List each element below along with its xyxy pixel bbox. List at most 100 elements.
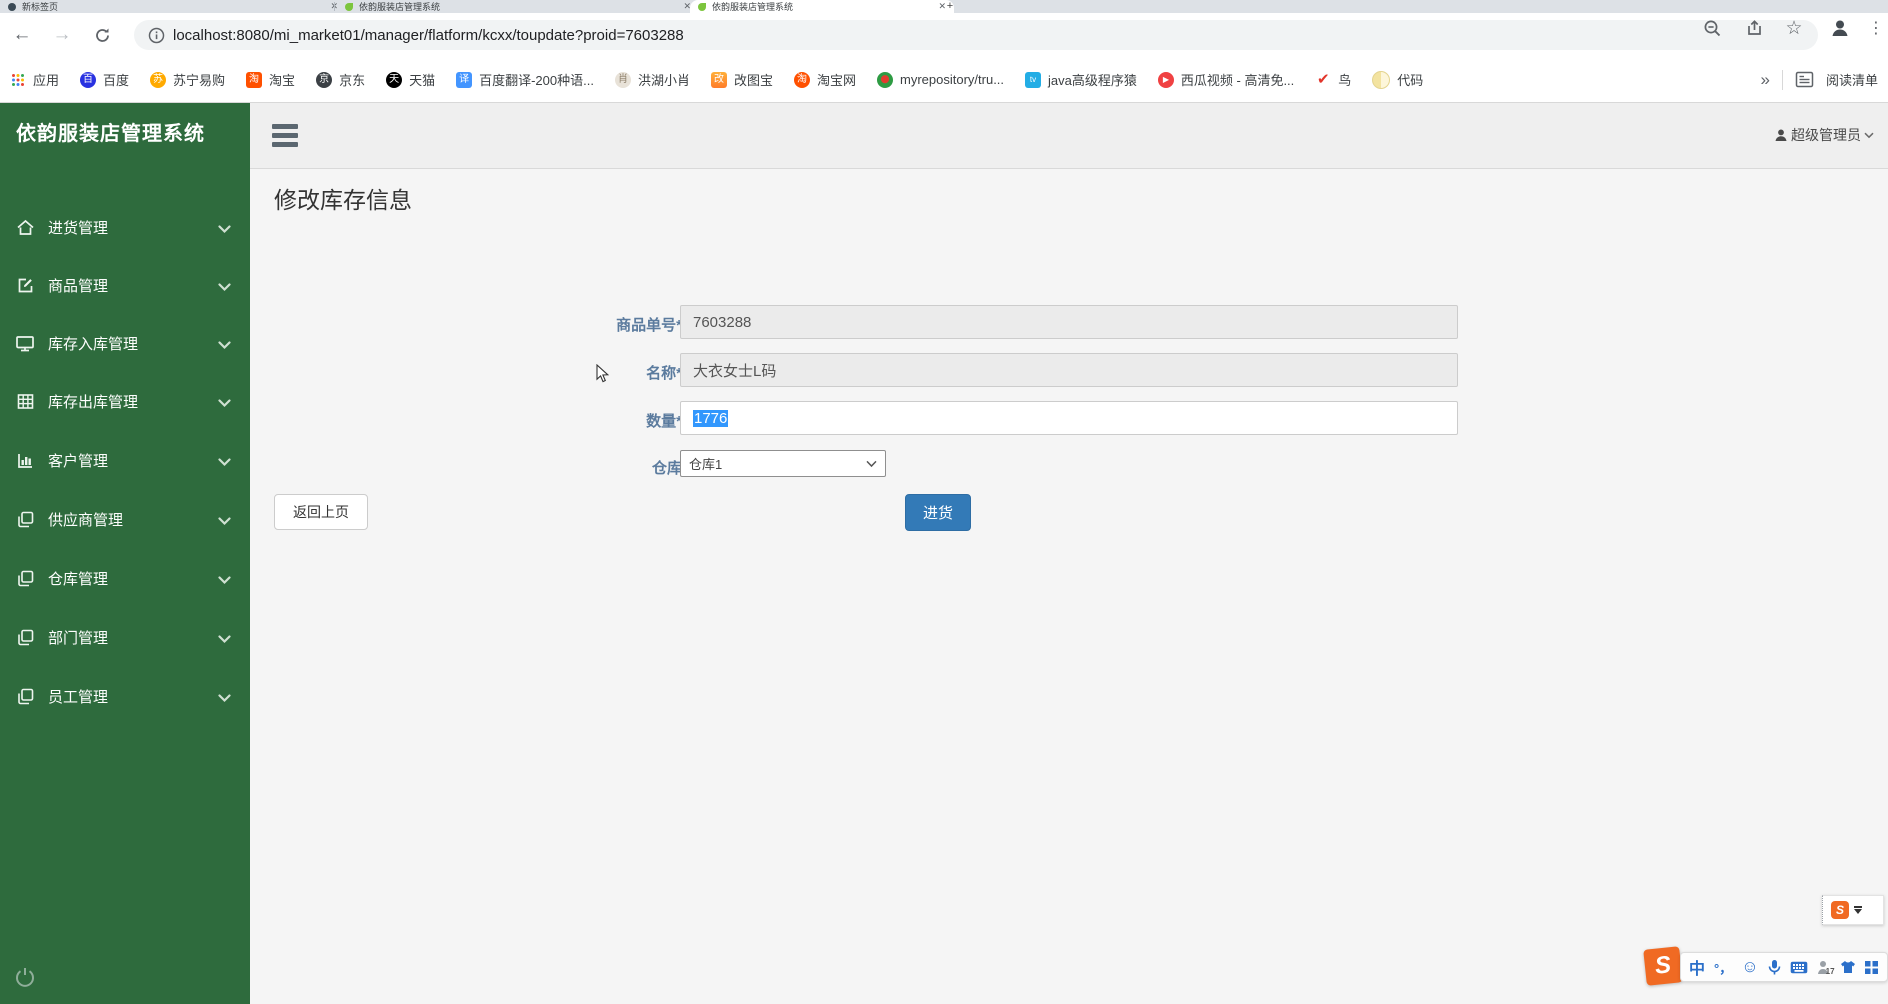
bookmark-label: 西瓜视频 - 高清免... bbox=[1180, 73, 1295, 88]
ime-user-icon[interactable]: 17 bbox=[1817, 960, 1835, 976]
bookmark-star-icon[interactable]: ☆ bbox=[1782, 16, 1806, 40]
share-icon[interactable] bbox=[1742, 16, 1766, 40]
reload-glyph bbox=[95, 28, 109, 42]
ime-punctuation-icon[interactable]: °， bbox=[1714, 958, 1732, 977]
gaitubao-icon: 改 bbox=[710, 71, 727, 88]
bookmarks-overflow-chevron[interactable]: » bbox=[1761, 70, 1770, 90]
sidebar-item-label: 供应商管理 bbox=[48, 511, 124, 529]
chevron-down-icon bbox=[218, 454, 231, 472]
reading-list-label[interactable]: 阅读清单 bbox=[1826, 70, 1878, 89]
ime-emoji-icon[interactable]: ☺ bbox=[1741, 957, 1758, 977]
person-glyph bbox=[1832, 20, 1848, 36]
bookmark-niao[interactable]: ✔ 鸟 bbox=[1315, 70, 1351, 89]
bookmark-myrepository[interactable]: myrepository/tru... bbox=[877, 71, 1004, 88]
bookmark-xigua-video[interactable]: ▶ 西瓜视频 - 高清免... bbox=[1157, 70, 1295, 89]
sidebar-item-warehouse[interactable]: 仓库管理 bbox=[0, 563, 250, 593]
sogou-logo-icon: S bbox=[1831, 901, 1849, 919]
ime-pill: 中 °， ☺ 17 bbox=[1680, 952, 1888, 982]
sidebar-item-stock-out[interactable]: 库存出库管理 bbox=[0, 386, 250, 416]
new-tab-button[interactable]: + bbox=[942, 0, 958, 13]
magnifier-minus-glyph bbox=[1704, 20, 1720, 36]
user-menu[interactable]: 超级管理员 bbox=[1774, 125, 1874, 145]
sidebar-item-supplier[interactable]: 供应商管理 bbox=[0, 504, 250, 534]
bookmark-baidu[interactable]: 百 百度 bbox=[80, 70, 129, 89]
ime-skin-icon[interactable] bbox=[1840, 960, 1856, 974]
sidebar-item-employee[interactable]: 员工管理 bbox=[0, 681, 250, 711]
tab-system-2-active[interactable]: 依韵服装店管理系统 ✕ bbox=[690, 0, 954, 13]
ime-chinese-mode-icon[interactable]: 中 bbox=[1689, 955, 1705, 979]
menu-dots-icon[interactable]: ⋮ bbox=[1864, 16, 1888, 40]
sogou-logo-icon[interactable]: S bbox=[1643, 946, 1683, 986]
sidebar-item-label: 部门管理 bbox=[48, 629, 109, 647]
bilibili-icon: tv bbox=[1025, 71, 1042, 88]
tab-system-1[interactable]: 依韵服装店管理系统 ✕ bbox=[337, 0, 699, 13]
baidu-icon: 百 bbox=[80, 71, 97, 88]
bookmarks-bar: 应用 百 百度 苏 苏宁易购 淘 淘宝 京 京东 天 天猫 译 百度翻译-200… bbox=[0, 57, 1888, 103]
share-glyph bbox=[1747, 19, 1761, 35]
bar-chart-icon bbox=[15, 450, 35, 470]
quantity-value-selected: 1776 bbox=[693, 409, 729, 427]
profile-avatar[interactable] bbox=[1828, 16, 1852, 40]
bookmark-suning[interactable]: 苏 苏宁易购 bbox=[150, 70, 225, 89]
desktop-icon bbox=[15, 333, 35, 353]
sidebar-item-product[interactable]: 商品管理 bbox=[0, 270, 250, 300]
sidebar-item-purchase[interactable]: 进货管理 bbox=[0, 212, 250, 242]
quantity-input[interactable]: 1776 bbox=[680, 401, 1458, 435]
clone-icon bbox=[15, 686, 35, 706]
url-text[interactable]: localhost:8080/mi_market01/manager/flatf… bbox=[173, 27, 684, 44]
xigua-icon: ▶ bbox=[1157, 71, 1174, 88]
tab-favicon bbox=[8, 2, 16, 11]
chevron-down-icon bbox=[1864, 132, 1874, 138]
tab-favicon bbox=[698, 2, 706, 11]
sidebar-item-customer[interactable]: 客户管理 bbox=[0, 445, 250, 475]
chevron-down-icon bbox=[218, 513, 231, 531]
bookmark-gaitubao[interactable]: 改 改图宝 bbox=[710, 70, 773, 89]
ime-mini-toggle-icon[interactable] bbox=[1854, 905, 1862, 915]
page-info-icon[interactable] bbox=[148, 27, 165, 44]
table-icon bbox=[15, 391, 35, 411]
zoom-icon[interactable] bbox=[1700, 16, 1724, 40]
reading-list-icon[interactable] bbox=[1795, 70, 1814, 89]
power-icon[interactable] bbox=[13, 965, 37, 994]
tab-new-tab[interactable]: 新标签页 ✕ bbox=[0, 0, 346, 13]
tab-title: 依韵服装店管理系统 bbox=[359, 2, 441, 12]
bookmarks-divider bbox=[1781, 69, 1783, 90]
address-bar[interactable]: localhost:8080/mi_market01/manager/flatf… bbox=[134, 20, 1818, 50]
bookmark-jd[interactable]: 京 京东 bbox=[316, 70, 365, 89]
product-id-field: 7603288 bbox=[680, 305, 1458, 339]
ime-menu-grid-icon[interactable] bbox=[1864, 960, 1878, 974]
bookmark-taobao-wang[interactable]: 淘 淘宝网 bbox=[793, 70, 856, 89]
ime-mini-widget[interactable]: S bbox=[1822, 895, 1884, 925]
app-title: 依韵服装店管理系统 bbox=[16, 123, 205, 145]
forward-icon[interactable]: → bbox=[48, 21, 76, 49]
code-icon bbox=[1372, 70, 1391, 89]
warehouse-label: 仓库 bbox=[651, 460, 682, 477]
repository-icon bbox=[877, 71, 893, 88]
ime-keyboard-icon[interactable] bbox=[1790, 961, 1808, 974]
bookmark-label: 淘宝 bbox=[269, 73, 296, 88]
bookmark-baidu-translate[interactable]: 译 百度翻译-200种语... bbox=[456, 70, 594, 89]
chevron-down-icon bbox=[218, 572, 231, 590]
chevron-down-icon bbox=[218, 221, 231, 239]
purchase-submit-button[interactable]: 进货 bbox=[905, 494, 971, 531]
bookmark-daima[interactable]: 代码 bbox=[1372, 70, 1423, 89]
reload-icon[interactable] bbox=[88, 21, 116, 49]
bookmark-apps[interactable]: 应用 bbox=[10, 70, 59, 89]
bookmark-taobao[interactable]: 淘 淘宝 bbox=[246, 70, 295, 89]
bookmark-honghuxiaoxiao[interactable]: 肖 洪湖小肖 bbox=[614, 70, 690, 89]
tab-title: 新标签页 bbox=[22, 2, 59, 12]
bookmark-tmall[interactable]: 天 天猫 bbox=[386, 70, 435, 89]
ime-mic-icon[interactable] bbox=[1768, 959, 1781, 976]
bookmark-label: 代码 bbox=[1397, 73, 1424, 88]
hamburger-menu-icon[interactable] bbox=[272, 124, 298, 148]
bookmark-java-bilibili[interactable]: tv java高级程序猿 bbox=[1025, 70, 1137, 89]
back-page-button[interactable]: 返回上页 bbox=[274, 494, 368, 530]
bookmark-label: 苏宁易购 bbox=[173, 73, 226, 88]
name-field: 大衣女士L码 bbox=[680, 353, 1458, 387]
sidebar-item-label: 进货管理 bbox=[48, 219, 109, 237]
warehouse-select[interactable]: 仓库1 bbox=[680, 450, 886, 477]
bookmark-label: 百度翻译-200种语... bbox=[479, 73, 594, 88]
back-icon[interactable]: ← bbox=[8, 21, 36, 49]
sidebar-item-department[interactable]: 部门管理 bbox=[0, 622, 250, 652]
sidebar-item-stock-in[interactable]: 库存入库管理 bbox=[0, 328, 250, 358]
